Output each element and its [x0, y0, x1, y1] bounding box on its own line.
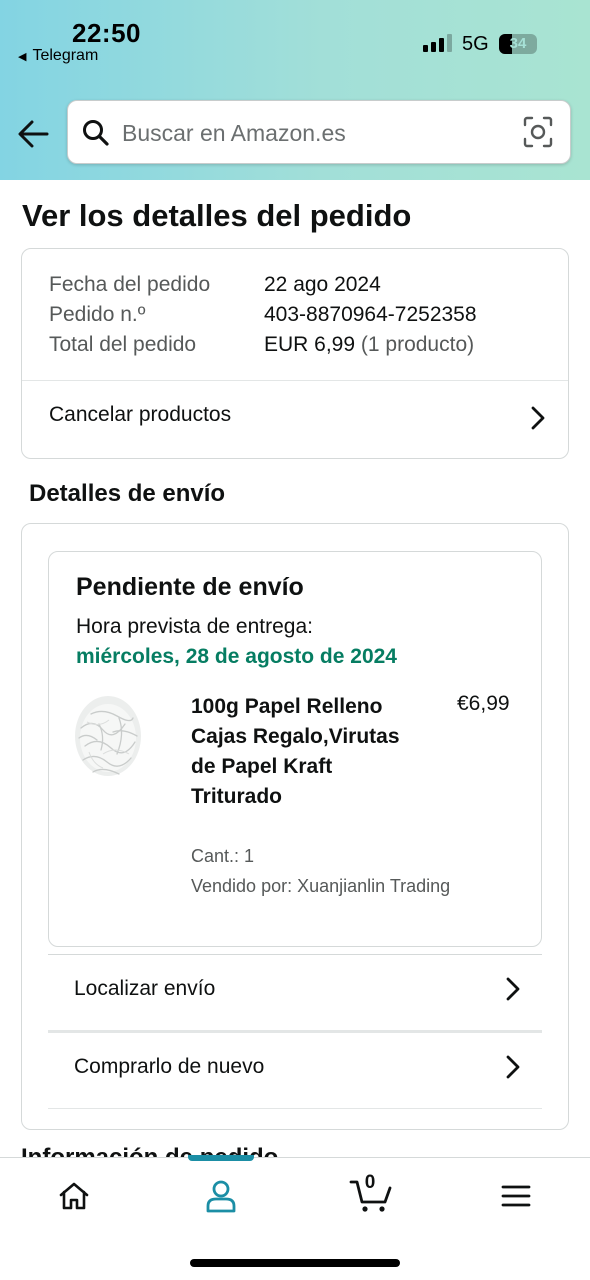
order-total-amount: EUR 6,99 [264, 333, 356, 356]
eta-label: Hora prevista de entrega: [76, 615, 313, 638]
product-seller: Vendido por: Xuanjianlin Trading [191, 876, 451, 896]
search-input[interactable] [122, 115, 502, 151]
eta-date: miércoles, 28 de agosto de 2024 [76, 645, 397, 668]
shipping-section-title: Detalles de envío [29, 480, 226, 507]
menu-icon [501, 1185, 531, 1207]
divider [22, 380, 568, 381]
active-tab-indicator [188, 1155, 254, 1161]
shipment-box: Pendiente de envío Hora prevista de entr… [48, 551, 542, 947]
user-icon [206, 1180, 236, 1213]
nav-home[interactable] [44, 1176, 104, 1216]
order-number-value: 403-8870964-7252358 [264, 303, 477, 326]
back-to-telegram[interactable]: ◀ Telegram [18, 47, 98, 65]
chevron-right-icon[interactable] [503, 976, 523, 1002]
network-type: 5G [462, 33, 489, 55]
product-title[interactable]: 100g Papel Relleno Cajas Regalo,Virutas … [191, 692, 401, 812]
search-bar[interactable] [67, 100, 571, 164]
order-total-count: (1 producto) [360, 333, 475, 356]
signal-icon [423, 34, 452, 52]
home-icon [59, 1182, 89, 1210]
product-image[interactable] [73, 688, 143, 784]
order-date-label: Fecha del pedido [49, 273, 211, 296]
camera-search-icon[interactable] [523, 116, 553, 148]
cart-count: 0 [364, 1172, 376, 1193]
shipping-card: Pendiente de envío Hora prevista de entr… [21, 523, 569, 1130]
order-total-label: Total del pedido [49, 333, 197, 356]
back-app-label: Telegram [32, 47, 99, 64]
order-summary-card: Fecha del pedido 22 ago 2024 Pedido n.º … [21, 248, 569, 459]
page-title: Ver los detalles del pedido [22, 198, 412, 233]
battery-percent: 34 [509, 35, 527, 52]
status-time: 22:50 [72, 18, 141, 48]
track-shipment-link[interactable]: Localizar envío [74, 977, 215, 1001]
app-header: 22:50 ◀ Telegram 5G 34 [0, 0, 590, 180]
nav-menu[interactable] [486, 1176, 546, 1216]
cancel-products-link[interactable]: Cancelar productos [49, 403, 231, 427]
back-arrow-icon[interactable] [16, 117, 52, 151]
product-quantity: Cant.: 1 [191, 846, 255, 866]
divider [48, 1030, 542, 1033]
back-triangle-icon: ◀ [18, 50, 27, 63]
order-date-value: 22 ago 2024 [264, 273, 381, 296]
shipment-status: Pendiente de envío [76, 573, 304, 601]
product-price: €6,99 [457, 692, 510, 715]
order-total-value: EUR 6,99 (1 producto) [264, 333, 474, 357]
search-icon [83, 120, 109, 146]
battery-icon: 34 [499, 34, 537, 54]
divider [48, 1108, 542, 1109]
buy-again-link[interactable]: Comprarlo de nuevo [74, 1055, 264, 1079]
chevron-right-icon[interactable] [528, 405, 548, 431]
nav-account[interactable] [191, 1176, 251, 1216]
nav-cart[interactable]: 0 [340, 1172, 402, 1216]
order-number-label: Pedido n.º [49, 303, 146, 326]
home-indicator[interactable] [190, 1259, 400, 1267]
chevron-right-icon[interactable] [503, 1054, 523, 1080]
divider [48, 954, 542, 955]
